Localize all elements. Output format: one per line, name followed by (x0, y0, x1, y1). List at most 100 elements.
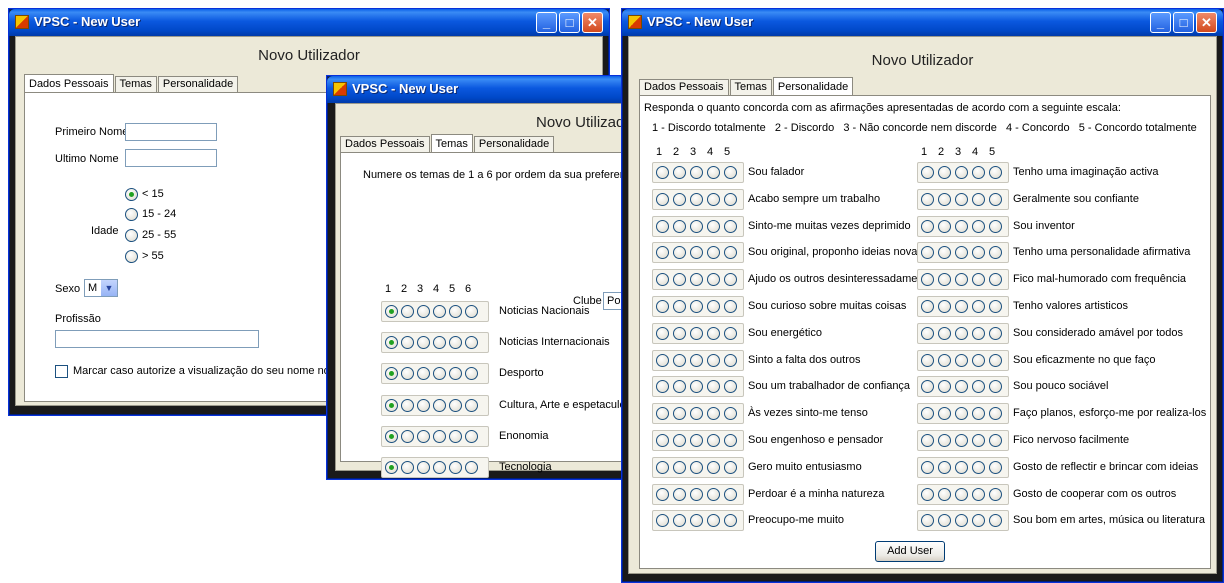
title-bar[interactable]: VPSC - New User _ □ ✕ (9, 9, 609, 36)
agreement-radio[interactable] (690, 273, 703, 286)
agreement-radio[interactable] (690, 514, 703, 527)
agreement-radio[interactable] (972, 380, 985, 393)
agreement-radio[interactable] (955, 327, 968, 340)
agreement-radio[interactable] (989, 380, 1002, 393)
agreement-radio[interactable] (921, 461, 934, 474)
agreement-radio[interactable] (972, 407, 985, 420)
agreement-radio[interactable] (989, 220, 1002, 233)
agreement-radio[interactable] (921, 434, 934, 447)
rank-radio[interactable] (465, 336, 478, 349)
rank-radio[interactable] (385, 305, 398, 318)
agreement-radio[interactable] (921, 327, 934, 340)
agreement-radio[interactable] (938, 166, 951, 179)
agreement-radio[interactable] (656, 327, 669, 340)
rank-radio[interactable] (449, 336, 462, 349)
agreement-radio[interactable] (938, 488, 951, 501)
agreement-radio[interactable] (707, 354, 720, 367)
agreement-radio[interactable] (938, 461, 951, 474)
rank-radio[interactable] (465, 430, 478, 443)
rank-radio[interactable] (449, 305, 462, 318)
agreement-radio[interactable] (673, 434, 686, 447)
agreement-radio[interactable] (938, 407, 951, 420)
agreement-radio[interactable] (690, 461, 703, 474)
rank-radio[interactable] (465, 399, 478, 412)
rank-radio[interactable] (385, 399, 398, 412)
agreement-radio[interactable] (673, 514, 686, 527)
title-bar[interactable]: VPSC - New User _ □ ✕ (622, 9, 1223, 36)
agreement-radio[interactable] (989, 354, 1002, 367)
maximize-button[interactable]: □ (1173, 12, 1194, 33)
agreement-radio[interactable] (955, 514, 968, 527)
agreement-radio[interactable] (938, 193, 951, 206)
agreement-radio[interactable] (921, 300, 934, 313)
agreement-radio[interactable] (921, 273, 934, 286)
agreement-radio[interactable] (989, 434, 1002, 447)
maximize-button[interactable]: □ (559, 12, 580, 33)
rank-radio[interactable] (385, 367, 398, 380)
agreement-radio[interactable] (724, 354, 737, 367)
rank-radio[interactable] (401, 336, 414, 349)
agreement-radio[interactable] (724, 193, 737, 206)
rank-radio[interactable] (465, 305, 478, 318)
agreement-radio[interactable] (938, 220, 951, 233)
agreement-radio[interactable] (656, 166, 669, 179)
agreement-radio[interactable] (921, 220, 934, 233)
rank-radio[interactable] (401, 461, 414, 474)
agreement-radio[interactable] (989, 327, 1002, 340)
agreement-radio[interactable] (690, 488, 703, 501)
rank-radio[interactable] (417, 399, 430, 412)
first-name-field[interactable] (125, 123, 217, 141)
agreement-radio[interactable] (955, 461, 968, 474)
agreement-radio[interactable] (673, 220, 686, 233)
tab-personalidade[interactable]: Personalidade (772, 77, 854, 96)
agreement-radio[interactable] (921, 514, 934, 527)
tab-dados-pessoais[interactable]: Dados Pessoais (639, 79, 729, 95)
agreement-radio[interactable] (724, 434, 737, 447)
rank-radio[interactable] (417, 305, 430, 318)
agreement-radio[interactable] (724, 300, 737, 313)
agreement-radio[interactable] (673, 273, 686, 286)
age-radio-under-15[interactable] (125, 188, 138, 201)
agreement-radio[interactable] (707, 166, 720, 179)
age-radio-over-55[interactable] (125, 250, 138, 263)
agreement-radio[interactable] (656, 380, 669, 393)
rank-radio[interactable] (465, 367, 478, 380)
agreement-radio[interactable] (724, 461, 737, 474)
agreement-radio[interactable] (724, 514, 737, 527)
rank-radio[interactable] (433, 461, 446, 474)
agreement-radio[interactable] (690, 380, 703, 393)
rank-radio[interactable] (401, 367, 414, 380)
agreement-radio[interactable] (673, 300, 686, 313)
rank-radio[interactable] (417, 367, 430, 380)
agreement-radio[interactable] (724, 246, 737, 259)
agreement-radio[interactable] (921, 354, 934, 367)
rank-radio[interactable] (449, 367, 462, 380)
agreement-radio[interactable] (707, 327, 720, 340)
rank-radio[interactable] (449, 461, 462, 474)
rank-radio[interactable] (433, 430, 446, 443)
agreement-radio[interactable] (938, 300, 951, 313)
tab-personalidade[interactable]: Personalidade (473, 136, 555, 152)
agreement-radio[interactable] (656, 193, 669, 206)
agreement-radio[interactable] (972, 461, 985, 474)
rank-radio[interactable] (401, 305, 414, 318)
agreement-radio[interactable] (938, 246, 951, 259)
agreement-radio[interactable] (972, 246, 985, 259)
rank-radio[interactable] (385, 430, 398, 443)
rank-radio[interactable] (433, 367, 446, 380)
agreement-radio[interactable] (989, 273, 1002, 286)
agreement-radio[interactable] (938, 327, 951, 340)
agreement-radio[interactable] (690, 220, 703, 233)
agreement-radio[interactable] (707, 380, 720, 393)
agreement-radio[interactable] (690, 407, 703, 420)
agreement-radio[interactable] (989, 488, 1002, 501)
agreement-radio[interactable] (707, 407, 720, 420)
agreement-radio[interactable] (707, 514, 720, 527)
agreement-radio[interactable] (921, 380, 934, 393)
tab-personalidade[interactable]: Personalidade (157, 76, 239, 92)
agreement-radio[interactable] (690, 246, 703, 259)
agreement-radio[interactable] (707, 246, 720, 259)
agreement-radio[interactable] (921, 166, 934, 179)
agreement-radio[interactable] (673, 380, 686, 393)
close-button[interactable]: ✕ (582, 12, 603, 33)
